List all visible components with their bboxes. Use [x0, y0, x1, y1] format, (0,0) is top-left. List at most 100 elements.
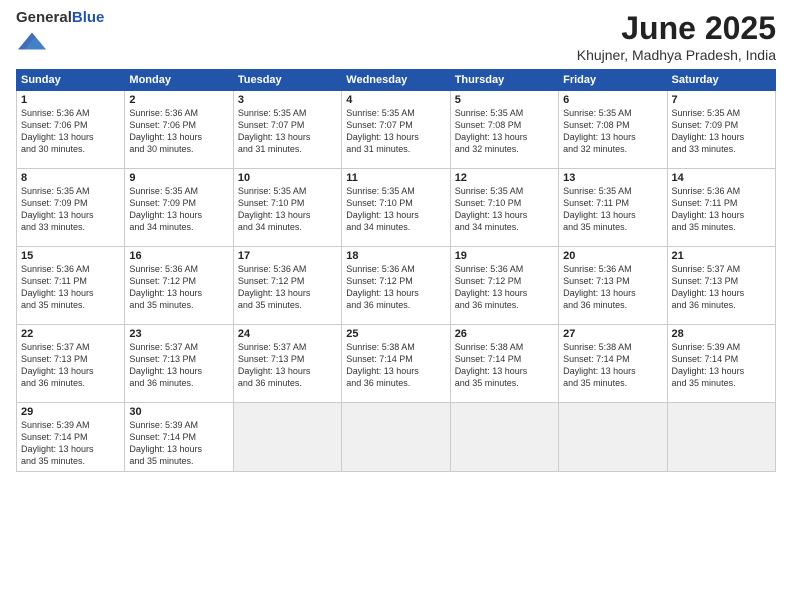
calendar-cell [233, 403, 341, 472]
day-number: 14 [672, 172, 771, 184]
calendar-cell: 6Sunrise: 5:35 AM Sunset: 7:08 PM Daylig… [559, 91, 667, 169]
day-number: 21 [672, 250, 771, 262]
calendar-cell: 17Sunrise: 5:36 AM Sunset: 7:12 PM Dayli… [233, 247, 341, 325]
day-number: 18 [346, 250, 445, 262]
calendar-cell: 27Sunrise: 5:38 AM Sunset: 7:14 PM Dayli… [559, 325, 667, 403]
day-number: 8 [21, 172, 120, 184]
day-info: Sunrise: 5:38 AM Sunset: 7:14 PM Dayligh… [346, 341, 445, 390]
calendar-cell [667, 403, 775, 472]
day-info: Sunrise: 5:35 AM Sunset: 7:09 PM Dayligh… [672, 107, 771, 156]
calendar-cell: 1Sunrise: 5:36 AM Sunset: 7:06 PM Daylig… [17, 91, 125, 169]
day-number: 19 [455, 250, 554, 262]
calendar-cell: 22Sunrise: 5:37 AM Sunset: 7:13 PM Dayli… [17, 325, 125, 403]
calendar-cell: 26Sunrise: 5:38 AM Sunset: 7:14 PM Dayli… [450, 325, 558, 403]
calendar-cell: 15Sunrise: 5:36 AM Sunset: 7:11 PM Dayli… [17, 247, 125, 325]
day-info: Sunrise: 5:35 AM Sunset: 7:10 PM Dayligh… [238, 185, 337, 234]
column-header-saturday: Saturday [667, 70, 775, 91]
column-header-tuesday: Tuesday [233, 70, 341, 91]
page: GeneralBlue June 2025 Khujner, Madhya Pr… [0, 0, 792, 612]
calendar-cell: 5Sunrise: 5:35 AM Sunset: 7:08 PM Daylig… [450, 91, 558, 169]
day-number: 2 [129, 94, 228, 106]
day-number: 22 [21, 328, 120, 340]
day-info: Sunrise: 5:37 AM Sunset: 7:13 PM Dayligh… [238, 341, 337, 390]
day-number: 13 [563, 172, 662, 184]
calendar-cell [450, 403, 558, 472]
day-number: 4 [346, 94, 445, 106]
calendar-cell: 8Sunrise: 5:35 AM Sunset: 7:09 PM Daylig… [17, 169, 125, 247]
day-number: 30 [129, 406, 228, 418]
calendar-cell: 13Sunrise: 5:35 AM Sunset: 7:11 PM Dayli… [559, 169, 667, 247]
day-number: 20 [563, 250, 662, 262]
day-number: 28 [672, 328, 771, 340]
calendar-week-row: 22Sunrise: 5:37 AM Sunset: 7:13 PM Dayli… [17, 325, 776, 403]
day-info: Sunrise: 5:38 AM Sunset: 7:14 PM Dayligh… [455, 341, 554, 390]
day-info: Sunrise: 5:36 AM Sunset: 7:11 PM Dayligh… [21, 263, 120, 312]
day-number: 17 [238, 250, 337, 262]
day-info: Sunrise: 5:39 AM Sunset: 7:14 PM Dayligh… [129, 419, 228, 468]
day-info: Sunrise: 5:37 AM Sunset: 7:13 PM Dayligh… [672, 263, 771, 312]
location: Khujner, Madhya Pradesh, India [577, 47, 776, 63]
day-info: Sunrise: 5:36 AM Sunset: 7:12 PM Dayligh… [346, 263, 445, 312]
calendar-header-row: SundayMondayTuesdayWednesdayThursdayFrid… [17, 70, 776, 91]
calendar-cell: 18Sunrise: 5:36 AM Sunset: 7:12 PM Dayli… [342, 247, 450, 325]
day-info: Sunrise: 5:35 AM Sunset: 7:08 PM Dayligh… [455, 107, 554, 156]
day-info: Sunrise: 5:36 AM Sunset: 7:12 PM Dayligh… [129, 263, 228, 312]
day-number: 6 [563, 94, 662, 106]
calendar-body: 1Sunrise: 5:36 AM Sunset: 7:06 PM Daylig… [17, 91, 776, 472]
day-info: Sunrise: 5:37 AM Sunset: 7:13 PM Dayligh… [129, 341, 228, 390]
day-number: 3 [238, 94, 337, 106]
header: GeneralBlue June 2025 Khujner, Madhya Pr… [16, 10, 776, 63]
logo-blue: Blue [72, 9, 105, 26]
calendar-week-row: 29Sunrise: 5:39 AM Sunset: 7:14 PM Dayli… [17, 403, 776, 472]
day-info: Sunrise: 5:35 AM Sunset: 7:10 PM Dayligh… [346, 185, 445, 234]
calendar-cell: 21Sunrise: 5:37 AM Sunset: 7:13 PM Dayli… [667, 247, 775, 325]
day-info: Sunrise: 5:39 AM Sunset: 7:14 PM Dayligh… [672, 341, 771, 390]
day-number: 24 [238, 328, 337, 340]
calendar-cell: 28Sunrise: 5:39 AM Sunset: 7:14 PM Dayli… [667, 325, 775, 403]
day-info: Sunrise: 5:35 AM Sunset: 7:10 PM Dayligh… [455, 185, 554, 234]
day-info: Sunrise: 5:35 AM Sunset: 7:11 PM Dayligh… [563, 185, 662, 234]
day-number: 12 [455, 172, 554, 184]
calendar-cell: 3Sunrise: 5:35 AM Sunset: 7:07 PM Daylig… [233, 91, 341, 169]
day-info: Sunrise: 5:39 AM Sunset: 7:14 PM Dayligh… [21, 419, 120, 468]
column-header-friday: Friday [559, 70, 667, 91]
day-info: Sunrise: 5:35 AM Sunset: 7:08 PM Dayligh… [563, 107, 662, 156]
calendar-cell: 4Sunrise: 5:35 AM Sunset: 7:07 PM Daylig… [342, 91, 450, 169]
calendar-cell: 9Sunrise: 5:35 AM Sunset: 7:09 PM Daylig… [125, 169, 233, 247]
day-number: 15 [21, 250, 120, 262]
calendar-week-row: 1Sunrise: 5:36 AM Sunset: 7:06 PM Daylig… [17, 91, 776, 169]
day-number: 26 [455, 328, 554, 340]
day-info: Sunrise: 5:38 AM Sunset: 7:14 PM Dayligh… [563, 341, 662, 390]
column-header-monday: Monday [125, 70, 233, 91]
day-info: Sunrise: 5:35 AM Sunset: 7:09 PM Dayligh… [21, 185, 120, 234]
column-header-thursday: Thursday [450, 70, 558, 91]
column-header-wednesday: Wednesday [342, 70, 450, 91]
day-info: Sunrise: 5:36 AM Sunset: 7:11 PM Dayligh… [672, 185, 771, 234]
day-number: 1 [21, 94, 120, 106]
day-info: Sunrise: 5:37 AM Sunset: 7:13 PM Dayligh… [21, 341, 120, 390]
day-info: Sunrise: 5:35 AM Sunset: 7:07 PM Dayligh… [346, 107, 445, 156]
calendar-cell: 14Sunrise: 5:36 AM Sunset: 7:11 PM Dayli… [667, 169, 775, 247]
calendar-cell [559, 403, 667, 472]
column-header-sunday: Sunday [17, 70, 125, 91]
day-number: 23 [129, 328, 228, 340]
logo-general: General [16, 9, 72, 26]
day-number: 29 [21, 406, 120, 418]
calendar-cell: 24Sunrise: 5:37 AM Sunset: 7:13 PM Dayli… [233, 325, 341, 403]
day-info: Sunrise: 5:35 AM Sunset: 7:07 PM Dayligh… [238, 107, 337, 156]
day-info: Sunrise: 5:36 AM Sunset: 7:06 PM Dayligh… [21, 107, 120, 156]
day-info: Sunrise: 5:36 AM Sunset: 7:06 PM Dayligh… [129, 107, 228, 156]
day-number: 9 [129, 172, 228, 184]
calendar-cell: 30Sunrise: 5:39 AM Sunset: 7:14 PM Dayli… [125, 403, 233, 472]
title-block: June 2025 Khujner, Madhya Pradesh, India [577, 10, 776, 63]
calendar-cell: 20Sunrise: 5:36 AM Sunset: 7:13 PM Dayli… [559, 247, 667, 325]
calendar-cell: 19Sunrise: 5:36 AM Sunset: 7:12 PM Dayli… [450, 247, 558, 325]
calendar-cell: 25Sunrise: 5:38 AM Sunset: 7:14 PM Dayli… [342, 325, 450, 403]
logo: GeneralBlue [16, 10, 104, 60]
calendar-cell: 29Sunrise: 5:39 AM Sunset: 7:14 PM Dayli… [17, 403, 125, 472]
day-number: 25 [346, 328, 445, 340]
day-number: 27 [563, 328, 662, 340]
calendar-cell: 12Sunrise: 5:35 AM Sunset: 7:10 PM Dayli… [450, 169, 558, 247]
calendar-table: SundayMondayTuesdayWednesdayThursdayFrid… [16, 69, 776, 472]
calendar-week-row: 8Sunrise: 5:35 AM Sunset: 7:09 PM Daylig… [17, 169, 776, 247]
